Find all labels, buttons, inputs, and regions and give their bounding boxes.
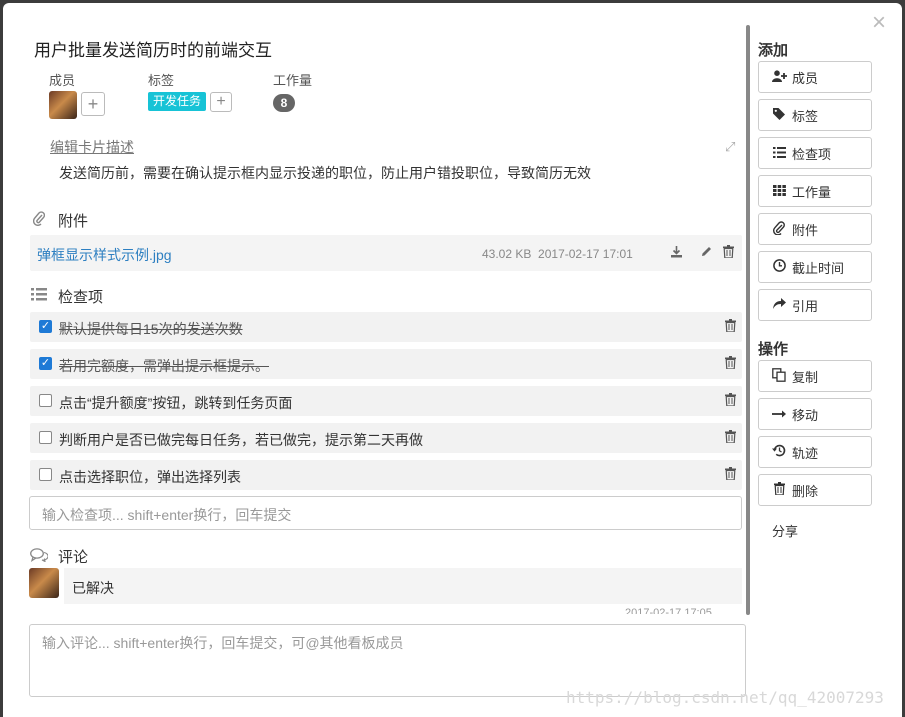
add-checklist-sidebar-button[interactable]: 检查项 <box>758 137 872 169</box>
comment-avatar[interactable] <box>29 568 59 598</box>
sidebar-button-label: 截止时间 <box>792 260 845 276</box>
grid-icon <box>771 184 787 199</box>
checklist-item: 点击选择职位，弹出选择列表 <box>30 460 742 490</box>
checklist-heading: 检查项 <box>30 286 103 307</box>
tag-icon <box>771 107 787 123</box>
trash-icon[interactable] <box>725 430 736 446</box>
paperclip-icon <box>771 220 787 238</box>
trash-icon[interactable] <box>723 245 734 261</box>
sidebar-button-label: 成员 <box>792 70 819 86</box>
paperclip-icon <box>30 211 48 230</box>
sidebar-button-label: 工作量 <box>792 184 832 200</box>
edit-description-link[interactable]: 编辑卡片描述 <box>50 137 134 157</box>
checklist-item-text[interactable]: 若用完额度，需弹出提示框提示。 <box>59 356 269 376</box>
checklist-item-text[interactable]: 判断用户是否已做完每日任务，若已做完，提示第二天再做 <box>59 430 423 450</box>
add-member-sidebar-button[interactable]: 成员 <box>758 61 872 93</box>
add-member-button[interactable]: + <box>81 92 105 116</box>
add-heading: 添加 <box>758 42 789 59</box>
checklist-heading-label: 检查项 <box>58 289 104 306</box>
watermark: https://blog.csdn.net/qq_42007293 <box>566 688 884 707</box>
attachments-heading-label: 附件 <box>58 213 89 230</box>
card-modal: × 用户批量发送简历时的前端交互 成员 标签 工作量 + 开发任务 + 8 编辑… <box>3 3 902 717</box>
share-arrow-icon <box>771 297 787 313</box>
comment-bubble: 已解决 <box>64 568 742 604</box>
sidebar-button-label: 附件 <box>792 222 819 238</box>
comments-heading-label: 评论 <box>58 549 89 566</box>
workload-badge[interactable]: 8 <box>273 94 295 112</box>
attachment-row: 弹框显示样式示例.jpg 43.02 KB 2017-02-17 17:01 <box>30 235 742 271</box>
checklist-item: ✓ 若用完额度，需弹出提示框提示。 <box>30 349 742 379</box>
copy-button[interactable]: 复制 <box>758 360 872 392</box>
history-icon <box>771 444 787 460</box>
history-button[interactable]: 轨迹 <box>758 436 872 468</box>
sidebar-button-label: 检查项 <box>792 146 832 162</box>
add-reference-sidebar-button[interactable]: 引用 <box>758 289 872 321</box>
comments-heading: 评论 <box>30 546 88 567</box>
sidebar-button-label: 移动 <box>792 407 819 423</box>
move-button[interactable]: 移动 <box>758 398 872 430</box>
attachment-size: 43.02 KB <box>482 247 532 261</box>
comment-input[interactable]: 输入评论... shift+enter换行，回车提交，可@其他看板成员 <box>29 624 746 697</box>
download-icon[interactable] <box>670 245 683 261</box>
edit-icon[interactable] <box>700 245 713 261</box>
scrollbar[interactable] <box>746 25 750 615</box>
delete-button[interactable]: 删除 <box>758 474 872 506</box>
attachment-date: 2017-02-17 17:01 <box>538 247 633 261</box>
sidebar-button-label: 复制 <box>792 369 819 385</box>
add-tag-sidebar-button[interactable]: 标签 <box>758 99 872 131</box>
add-due-date-sidebar-button[interactable]: 截止时间 <box>758 251 872 283</box>
checklist-input[interactable]: 输入检查项... shift+enter换行，回车提交 <box>29 496 742 530</box>
copy-icon <box>771 367 787 385</box>
add-user-icon <box>771 69 787 85</box>
tags-label: 标签 <box>148 73 175 88</box>
checkbox-checked[interactable]: ✓ <box>39 320 52 333</box>
checklist-item: 点击“提升额度”按钮，跳转到任务页面 <box>30 386 742 416</box>
comment-text: 已解决 <box>72 580 114 596</box>
comments-icon <box>30 547 49 566</box>
add-tag-button[interactable]: + <box>210 92 232 112</box>
trash-icon[interactable] <box>725 393 736 409</box>
card-title[interactable]: 用户批量发送简历时的前端交互 <box>34 36 272 61</box>
add-workload-sidebar-button[interactable]: 工作量 <box>758 175 872 207</box>
checklist-item-text[interactable]: 点击“提升额度”按钮，跳转到任务页面 <box>59 393 292 413</box>
trash-icon[interactable] <box>725 319 736 335</box>
add-attachment-sidebar-button[interactable]: 附件 <box>758 213 872 245</box>
trash-icon[interactable] <box>725 467 736 483</box>
description-text: 发送简历前，需要在确认提示框内显示投递的职位，防止用户错投职位，导致简历无效 <box>59 165 591 181</box>
checkbox[interactable] <box>39 394 52 407</box>
members-label: 成员 <box>49 73 76 88</box>
tag-chip[interactable]: 开发任务 <box>148 92 207 111</box>
trash-icon[interactable] <box>725 356 736 372</box>
attachment-name[interactable]: 弹框显示样式示例.jpg <box>37 245 172 265</box>
checklist-item: 判断用户是否已做完每日任务，若已做完，提示第二天再做 <box>30 423 742 453</box>
list-icon <box>30 288 48 305</box>
trash-icon <box>771 482 787 498</box>
member-avatar[interactable] <box>49 91 77 119</box>
sidebar-button-label: 轨迹 <box>792 445 819 461</box>
sidebar-button-label: 删除 <box>792 483 819 499</box>
attachments-heading: 附件 <box>30 210 88 231</box>
arrow-right-icon <box>771 407 787 422</box>
close-icon[interactable]: × <box>872 11 886 35</box>
workload-label: 工作量 <box>273 73 313 88</box>
checkbox-checked[interactable]: ✓ <box>39 357 52 370</box>
sidebar-button-label: 标签 <box>792 108 819 124</box>
checkbox[interactable] <box>39 468 52 481</box>
clock-icon <box>771 259 787 275</box>
checklist-item-text[interactable]: 点击选择职位，弹出选择列表 <box>59 467 241 487</box>
comment-time: 2017-02-17 17:05 <box>625 608 712 614</box>
share-link[interactable]: 分享 <box>772 521 798 540</box>
checkbox[interactable] <box>39 431 52 444</box>
attachment-meta: 43.02 KB 2017-02-17 17:01 <box>482 247 633 261</box>
list-icon <box>771 146 787 161</box>
sidebar-button-label: 引用 <box>792 298 819 314</box>
checklist-item: ✓ 默认提供每日15次的发送次数 <box>30 312 742 342</box>
expand-icon[interactable]: ⤢ <box>725 139 735 155</box>
ops-heading: 操作 <box>758 341 789 358</box>
checklist-item-text[interactable]: 默认提供每日15次的发送次数 <box>59 319 243 339</box>
